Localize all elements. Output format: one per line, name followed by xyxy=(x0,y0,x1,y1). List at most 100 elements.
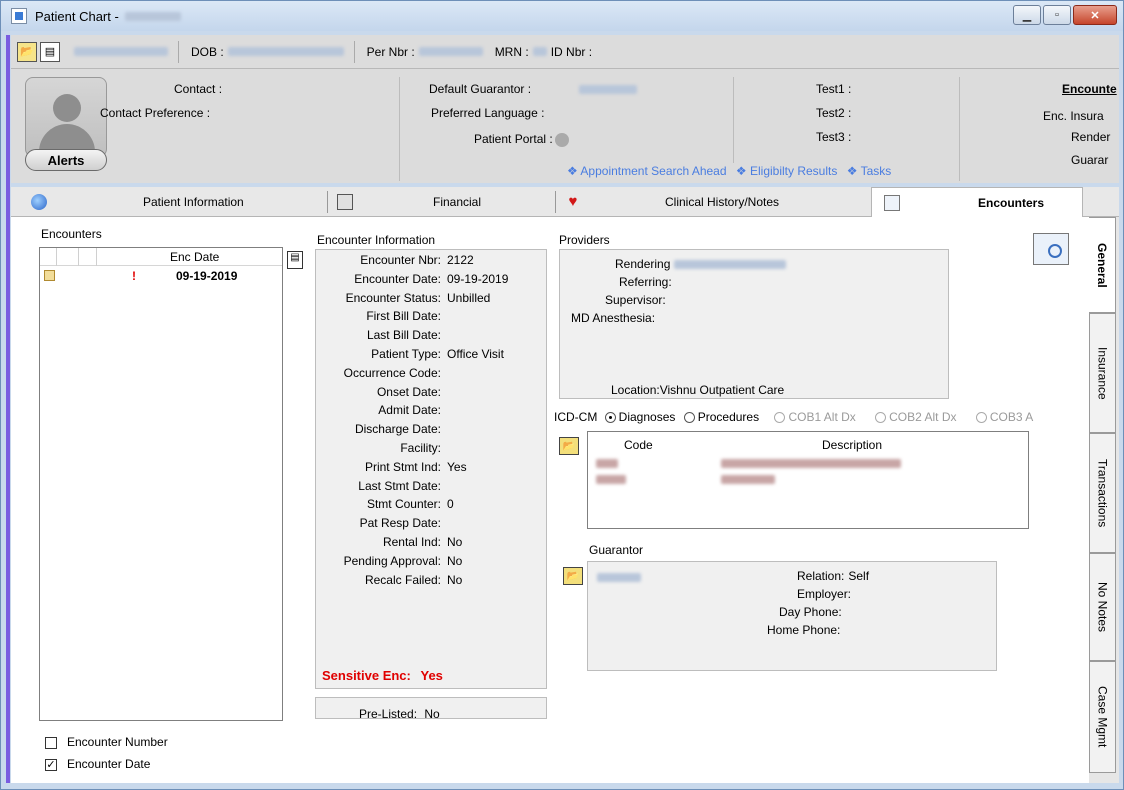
description-value xyxy=(721,459,902,469)
patient-portal-text: Patient Portal : xyxy=(474,132,553,146)
divider xyxy=(733,77,734,163)
tab-general[interactable]: General xyxy=(1089,217,1116,313)
encounter-large-icon[interactable] xyxy=(1033,233,1069,265)
cob2-option: COB2 Alt Dx xyxy=(875,410,957,424)
table-row[interactable] xyxy=(596,456,902,470)
demographics-panel: Alerts Contact : Contact Preference : De… xyxy=(11,69,1119,183)
open-folder-icon[interactable]: 📂 xyxy=(559,437,579,455)
list-item[interactable]: ! 09-19-2019 xyxy=(40,268,282,286)
tab-label: Case Mgmt xyxy=(1095,686,1110,748)
patient-portal-label: Patient Portal : xyxy=(474,132,569,147)
open-folder-icon[interactable]: 📂 xyxy=(17,41,37,62)
guarantor-summary-label: Guarar xyxy=(1071,153,1109,167)
dob-value xyxy=(227,47,344,56)
portal-user-icon[interactable] xyxy=(554,132,569,147)
tab-financial[interactable]: Financial xyxy=(337,187,557,217)
tab-encounters[interactable]: Encounters xyxy=(871,187,1083,217)
encounter-icon xyxy=(884,194,900,211)
encounter-info-row: Onset Date: xyxy=(325,385,447,399)
calculator-icon xyxy=(337,194,353,210)
minimize-button[interactable]: ▁ xyxy=(1013,5,1041,25)
encounter-date: 09-19-2019 xyxy=(176,269,238,283)
contact-preference-label: Contact Preference : xyxy=(100,106,211,120)
preferred-language-label: Preferred Language : xyxy=(431,106,545,120)
default-guarantor-label: Default Guarantor : xyxy=(429,82,532,96)
quick-links: ❖ Appointment Search Ahead ❖ Eligibilty … xyxy=(567,164,897,178)
divider xyxy=(399,77,400,181)
employer-label: Employer: xyxy=(797,587,852,601)
icd-label: ICD-CM xyxy=(554,410,598,424)
procedures-radio[interactable] xyxy=(683,412,695,424)
prelisted-label: Pre-Listed: xyxy=(359,707,418,721)
relation-value: Self xyxy=(848,569,870,583)
patient-chart-window: Patient Chart - ▁ ▫ ✕ 📂 ▤ DOB : Per Nbr … xyxy=(0,0,1124,790)
encounters-list[interactable]: Enc Date ! 09-19-2019 xyxy=(39,247,283,721)
enc-date-column-header[interactable]: Enc Date xyxy=(170,250,219,264)
tab-no-notes[interactable]: No Notes xyxy=(1089,553,1116,661)
sensitive-flag: ! xyxy=(132,269,136,283)
divider xyxy=(327,191,328,213)
eligibility-results-link[interactable]: ❖ Eligibilty Results xyxy=(736,164,837,178)
tab-transactions[interactable]: Transactions xyxy=(1089,433,1116,553)
code-column-header[interactable]: Code xyxy=(624,438,653,452)
encounter-number-checkbox[interactable] xyxy=(45,736,57,749)
field-value: Office Visit xyxy=(447,347,504,361)
table-row[interactable] xyxy=(596,472,776,486)
diagnoses-radio[interactable] xyxy=(604,412,616,424)
supervisor-label: Supervisor: xyxy=(605,293,666,307)
cob2-radio xyxy=(875,412,887,424)
option-label: Encounter Date xyxy=(67,757,151,771)
tab-label: Insurance xyxy=(1095,346,1110,400)
detail-document-icon[interactable]: ▤ xyxy=(287,251,303,269)
side-tab-bar: General Insurance Transactions No Notes … xyxy=(1089,217,1119,783)
tab-case-mgmt[interactable]: Case Mgmt xyxy=(1089,661,1116,773)
close-button[interactable]: ✕ xyxy=(1073,5,1117,25)
mrn-field: MRN : xyxy=(495,45,547,59)
field-label: Patient Type: xyxy=(371,347,441,361)
maximize-button[interactable]: ▫ xyxy=(1043,5,1071,25)
rendering-label: Rendering xyxy=(615,257,671,271)
encounter-info-row: Encounter Status: Unbilled xyxy=(325,290,491,305)
id-nbr-label: ID Nbr : xyxy=(550,44,593,59)
description-column-header[interactable]: Description xyxy=(822,438,882,452)
providers-title: Providers xyxy=(559,233,610,247)
tab-label: Clinical History/Notes xyxy=(665,195,780,209)
encounter-info-title: Encounter Information xyxy=(317,233,436,247)
field-label: Encounter Status: xyxy=(345,290,441,305)
appointment-search-link[interactable]: ❖ Appointment Search Ahead xyxy=(567,164,727,178)
encounter-info-row: Encounter Date: 09-19-2019 xyxy=(325,272,508,286)
guarantor-folder-icon[interactable]: 📂 xyxy=(563,567,583,585)
tasks-link[interactable]: ❖ Tasks xyxy=(847,164,892,178)
tab-patient-information[interactable]: Patient Information xyxy=(31,187,331,217)
field-label: Encounter Nbr: xyxy=(360,253,441,267)
icd-codes-table[interactable]: Code Description xyxy=(587,431,1029,529)
encounter-date-option[interactable]: ✓ Encounter Date xyxy=(45,757,150,771)
divider xyxy=(555,191,556,213)
document-icon[interactable]: ▤ xyxy=(40,41,60,62)
field-label: Admit Date: xyxy=(378,403,441,418)
tab-insurance[interactable]: Insurance xyxy=(1089,313,1116,433)
diagnoses-option[interactable]: Diagnoses xyxy=(604,410,675,424)
accent-strip xyxy=(6,35,10,783)
encounter-info-row: Patient Type: Office Visit xyxy=(325,347,504,361)
tab-label: General xyxy=(1095,242,1109,288)
title-bar[interactable]: Patient Chart - ▁ ▫ ✕ xyxy=(1,1,1123,31)
procedures-option[interactable]: Procedures xyxy=(683,410,759,424)
tab-label: Encounters xyxy=(978,195,1045,210)
encounter-info-row: Last Bill Date: xyxy=(325,328,447,342)
guarantor-title: Guarantor xyxy=(589,543,644,557)
divider xyxy=(959,77,960,181)
encounter-info-row: Rental Ind: No xyxy=(325,535,462,549)
avatar[interactable] xyxy=(25,77,107,157)
window-title: Patient Chart - xyxy=(35,8,119,24)
alerts-button[interactable]: Alerts xyxy=(25,149,107,171)
encounter-info-row: Print Stmt Ind: Yes xyxy=(325,460,467,474)
field-label: Rental Ind: xyxy=(382,535,441,549)
tab-clinical-history[interactable]: ♥ Clinical History/Notes xyxy=(565,187,865,217)
encounter-number-option[interactable]: Encounter Number xyxy=(45,735,168,749)
field-value: 0 xyxy=(447,497,454,512)
encounter-date-checkbox[interactable]: ✓ xyxy=(45,758,57,771)
encounter-info-row: Pending Approval: No xyxy=(325,554,463,568)
icd-code-type-selector: ICD-CM Diagnoses Procedures COB1 Alt Dx … xyxy=(554,410,1033,424)
encounter-info-row: Stmt Counter: 0 xyxy=(325,497,454,511)
